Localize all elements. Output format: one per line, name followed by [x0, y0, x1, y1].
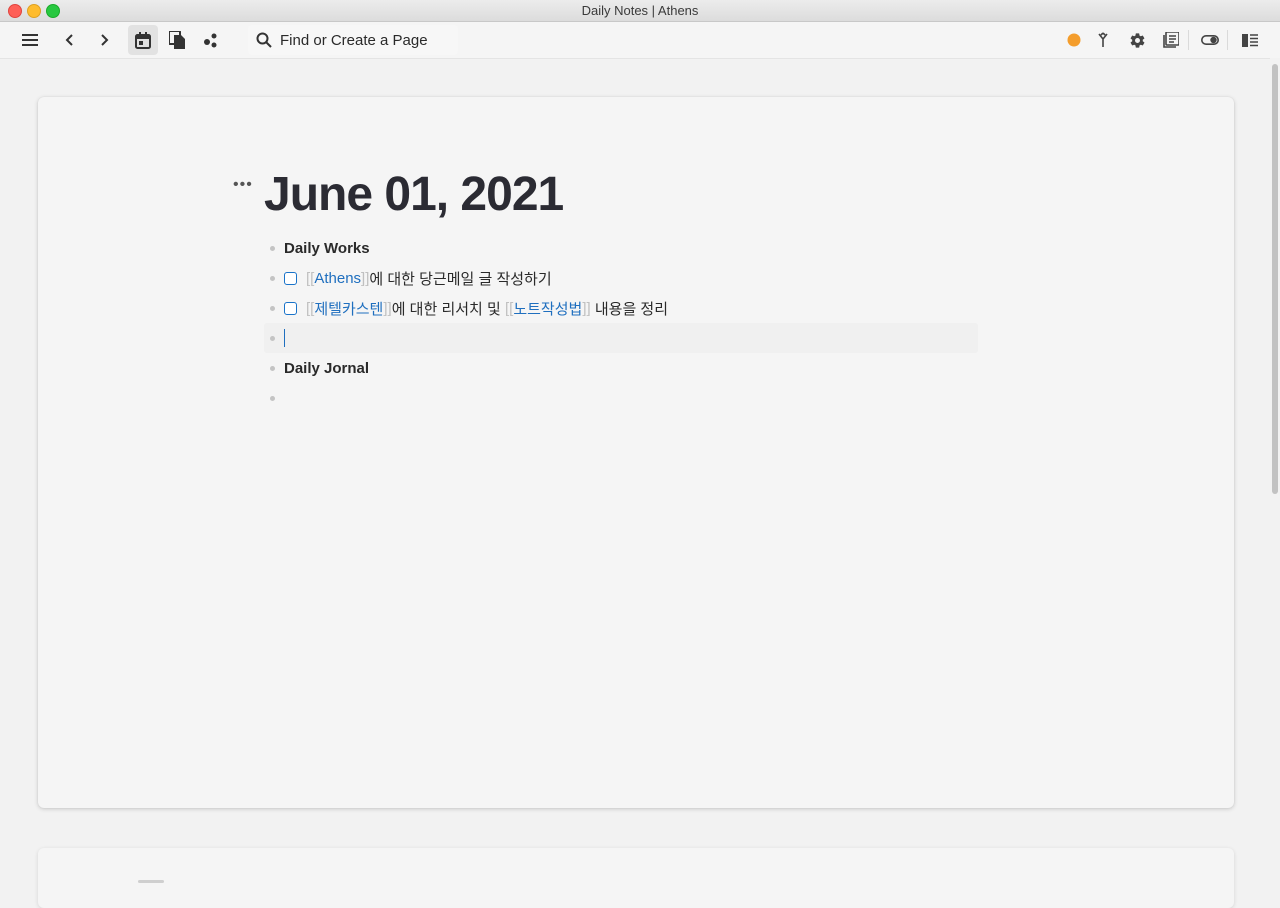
- sync-status-button[interactable]: [1059, 25, 1089, 55]
- link-bracket-open: [[: [504, 299, 514, 317]
- merge-button[interactable]: [1088, 25, 1118, 55]
- page-menu-button[interactable]: •••: [233, 177, 253, 193]
- forward-icon: [101, 34, 109, 46]
- page-link[interactable]: 노트작성법: [513, 298, 582, 319]
- link-bracket-close: ]]: [383, 299, 392, 317]
- block-bullet[interactable]: [270, 336, 275, 341]
- next-note-title-stub: [138, 880, 164, 883]
- pages-icon: [169, 31, 185, 49]
- settings-icon: [1130, 32, 1144, 48]
- block[interactable]: Daily Works: [264, 233, 978, 263]
- daily-note-card: ••• June 01, 2021 Daily Works [[Athens]]…: [38, 97, 1234, 808]
- block-text: 에 대한 당근메일 글 작성하기: [369, 270, 552, 288]
- link-bracket-close: ]]: [361, 269, 370, 287]
- block[interactable]: [264, 383, 978, 413]
- search-icon: [256, 32, 272, 48]
- todo-checkbox[interactable]: [284, 271, 297, 285]
- link-bracket-close: ]]: [582, 299, 591, 317]
- database-icon: [1163, 32, 1179, 48]
- menu-button[interactable]: [15, 25, 45, 55]
- daily-notes-button[interactable]: [128, 25, 158, 55]
- theme-toggle-button[interactable]: [1195, 25, 1225, 55]
- block[interactable]: [[제텔카스텐]] 에 대한 리서치 및 [[노트작성법]] 내용을 정리: [264, 293, 978, 323]
- calendar-icon: [135, 31, 151, 49]
- sync-status-icon: [1067, 33, 1081, 47]
- block[interactable]: [[Athens]] 에 대한 당근메일 글 작성하기: [264, 263, 978, 293]
- app-toolbar: Find or Create a Page: [0, 22, 1280, 59]
- block-text: Daily Jornal: [284, 359, 370, 377]
- block-editing[interactable]: [264, 323, 978, 353]
- title-bar: Daily Notes | Athens: [0, 0, 1280, 22]
- block-bullet[interactable]: [270, 306, 275, 311]
- link-bracket-open: [[: [306, 299, 315, 317]
- block-text: Daily Works: [284, 239, 370, 257]
- text-cursor: [284, 329, 285, 347]
- block-text: 내용을 정리: [590, 300, 669, 318]
- block-list: Daily Works [[Athens]] 에 대한 당근메일 글 작성하기 […: [264, 233, 978, 413]
- block-bullet[interactable]: [270, 246, 275, 251]
- back-button[interactable]: [55, 25, 85, 55]
- block-bullet[interactable]: [270, 276, 275, 281]
- page-link[interactable]: Athens: [314, 270, 361, 287]
- menu-icon: [22, 34, 38, 46]
- graph-button[interactable]: [196, 25, 226, 55]
- todo-checkbox[interactable]: [284, 301, 297, 315]
- block-bullet[interactable]: [270, 366, 275, 371]
- toolbar-divider: [1227, 30, 1228, 50]
- back-icon: [65, 34, 73, 46]
- right-sidebar-icon: [1242, 33, 1258, 47]
- block-text: 에 대한 리서치 및: [391, 300, 505, 318]
- right-sidebar-button[interactable]: [1235, 25, 1265, 55]
- page-link[interactable]: 제텔카스텐: [314, 298, 383, 319]
- search-placeholder: Find or Create a Page: [280, 31, 428, 49]
- next-daily-note-card: [38, 848, 1234, 908]
- block-bullet[interactable]: [270, 396, 275, 401]
- search-button[interactable]: Find or Create a Page: [248, 25, 458, 55]
- forward-button[interactable]: [89, 25, 119, 55]
- scrollbar[interactable]: [1270, 58, 1280, 885]
- window-title: Daily Notes | Athens: [581, 3, 699, 18]
- scrollbar-thumb[interactable]: [1272, 64, 1278, 494]
- graph-icon: [204, 33, 217, 48]
- block[interactable]: Daily Jornal: [264, 353, 978, 383]
- theme-toggle-icon: [1201, 35, 1219, 45]
- all-pages-button[interactable]: [162, 25, 192, 55]
- link-bracket-open: [[: [306, 269, 315, 287]
- merge-icon: [1098, 32, 1108, 47]
- page-title[interactable]: June 01, 2021: [264, 167, 564, 223]
- toolbar-divider: [1188, 30, 1189, 50]
- settings-button[interactable]: [1122, 25, 1152, 55]
- database-button[interactable]: [1156, 25, 1186, 55]
